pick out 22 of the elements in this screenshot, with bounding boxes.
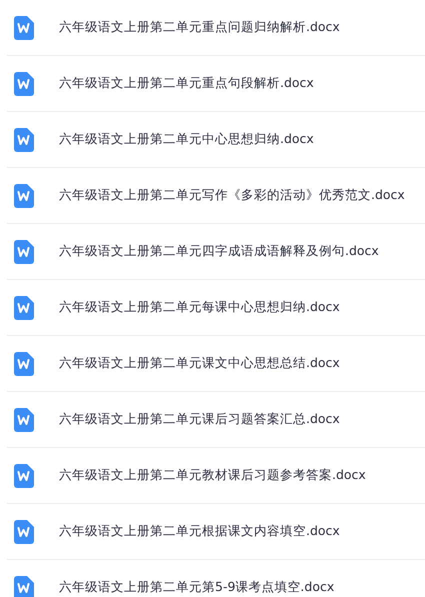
file-name[interactable]: 六年级语文上册第二单元中心思想归纳.docx xyxy=(59,131,314,148)
word-document-icon xyxy=(14,16,34,40)
word-document-icon xyxy=(14,520,34,544)
file-name[interactable]: 六年级语文上册第二单元四字成语成语解释及例句.docx xyxy=(59,243,379,260)
file-name[interactable]: 六年级语文上册第二单元根据课文内容填空.docx xyxy=(59,523,340,540)
file-name[interactable]: 六年级语文上册第二单元课后习题答案汇总.docx xyxy=(59,411,340,428)
word-document-icon xyxy=(14,72,34,96)
word-document-icon xyxy=(14,576,34,597)
file-name[interactable]: 六年级语文上册第二单元教材课后习题参考答案.docx xyxy=(59,467,366,484)
word-document-icon xyxy=(14,240,34,264)
word-document-icon xyxy=(14,128,34,152)
file-name[interactable]: 六年级语文上册第二单元写作《多彩的活动》优秀范文.docx xyxy=(59,187,405,204)
word-document-icon xyxy=(14,184,34,208)
word-document-icon xyxy=(14,408,34,432)
file-name[interactable]: 六年级语文上册第二单元重点问题归纳解析.docx xyxy=(59,19,340,36)
file-name[interactable]: 六年级语文上册第二单元课文中心思想总结.docx xyxy=(59,355,340,372)
file-name[interactable]: 六年级语文上册第二单元第5-9课考点填空.docx xyxy=(59,579,334,596)
file-name[interactable]: 六年级语文上册第二单元重点句段解析.docx xyxy=(59,75,314,92)
word-document-icon xyxy=(14,352,34,376)
word-document-icon xyxy=(14,296,34,320)
file-name[interactable]: 六年级语文上册第二单元每课中心思想归纳.docx xyxy=(59,299,340,316)
word-document-icon xyxy=(14,464,34,488)
